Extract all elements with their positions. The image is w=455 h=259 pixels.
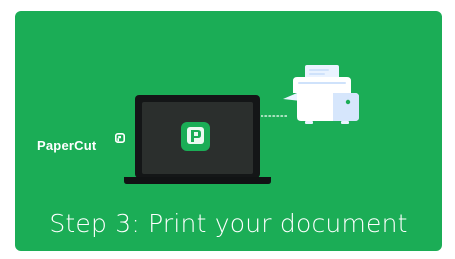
papercut-step-card: PaperCut Step 3: Print your document [15, 11, 442, 251]
page-frame: PaperCut Step 3: Print your document [0, 0, 455, 259]
printer-icon [283, 65, 359, 124]
papercut-app-icon [181, 122, 210, 151]
step-caption: Step 3: Print your document [49, 209, 408, 238]
laptop-base [124, 177, 271, 184]
